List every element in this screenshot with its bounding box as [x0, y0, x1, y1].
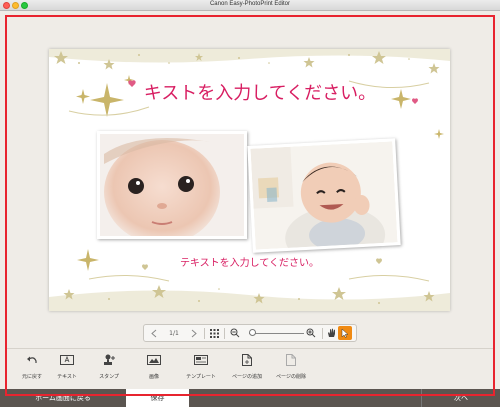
text-box-icon: [60, 354, 74, 365]
title-bar: Canon Easy-PhotoPrint Editor: [0, 0, 500, 11]
undo-icon: [27, 356, 37, 363]
hand-tool-button[interactable]: [324, 325, 338, 341]
stamp-icon: [103, 354, 115, 365]
grid-icon: [209, 328, 219, 338]
card-subtitle-text[interactable]: テキストを入力してください。: [49, 254, 450, 269]
divider: [322, 328, 323, 339]
divider: [204, 328, 205, 339]
undo-label: 元に戻す: [21, 374, 42, 380]
divider: [224, 328, 225, 339]
cursor-arrow-icon: [341, 328, 349, 338]
photo-frame-right[interactable]: [247, 138, 401, 253]
baby-photo-closeup: [100, 134, 244, 236]
zoom-out-button[interactable]: [228, 325, 242, 341]
hand-icon: [327, 328, 335, 337]
baby-photo-smiling: [250, 141, 398, 250]
template-label: テンプレート: [186, 374, 216, 380]
edit-toolbar: 元に戻す テキスト スタンプ 画像 テンプレート ページの追加 ページの削除: [7, 348, 493, 394]
chevron-left-icon: [151, 329, 157, 337]
next-button[interactable]: 次へ: [421, 389, 500, 407]
zoom-in-icon: [306, 328, 316, 338]
layout-canvas[interactable]: キストを入力してください。 テキストを入力してください。: [49, 49, 450, 311]
next-page-button[interactable]: [188, 325, 200, 341]
bottom-bar: ホーム画面に戻る 保存 次へ: [0, 389, 500, 407]
back-to-home-button[interactable]: ホーム画面に戻る: [0, 389, 126, 407]
add-page-icon: [242, 354, 252, 366]
image-icon: [147, 354, 161, 365]
window-title: Canon Easy-PhotoPrint Editor: [209, 1, 291, 7]
chevron-right-icon: [191, 329, 197, 337]
stamp-label: スタンプ: [99, 374, 119, 380]
zoom-slider-thumb[interactable]: [249, 329, 256, 336]
editor-area: キストを入力してください。 テキストを入力してください。 1/1 元に戻す テキ…: [0, 11, 500, 396]
delete-page-icon: [286, 354, 296, 366]
template-icon: [194, 354, 208, 365]
add-page-label: ページの追加: [232, 374, 262, 380]
text-label: テキスト: [57, 374, 77, 380]
bottom-bar-spacer: [189, 389, 421, 407]
card-title-text[interactable]: キストを入力してください。: [120, 79, 400, 105]
delete-page-label: ページの削除: [276, 374, 306, 380]
pointer-tool-button[interactable]: [338, 326, 352, 340]
template-button[interactable]: テンプレート: [179, 353, 223, 391]
page-navigator: 1/1: [143, 324, 357, 342]
page-list-button[interactable]: [208, 325, 220, 341]
image-label: 画像: [148, 374, 159, 380]
zoom-slider-track[interactable]: [249, 333, 304, 334]
image-button[interactable]: 画像: [132, 353, 176, 391]
save-button[interactable]: 保存: [126, 389, 189, 407]
zoom-out-icon: [230, 328, 240, 338]
add-page-button[interactable]: ページの追加: [225, 353, 269, 391]
page-number: 1/1: [169, 329, 179, 337]
stamp-button[interactable]: スタンプ: [87, 353, 131, 391]
previous-page-button[interactable]: [148, 325, 160, 341]
text-button[interactable]: テキスト: [45, 353, 89, 391]
zoom-in-button[interactable]: [304, 325, 318, 341]
delete-page-button[interactable]: ページの削除: [269, 353, 313, 391]
photo-frame-left[interactable]: [97, 131, 247, 239]
